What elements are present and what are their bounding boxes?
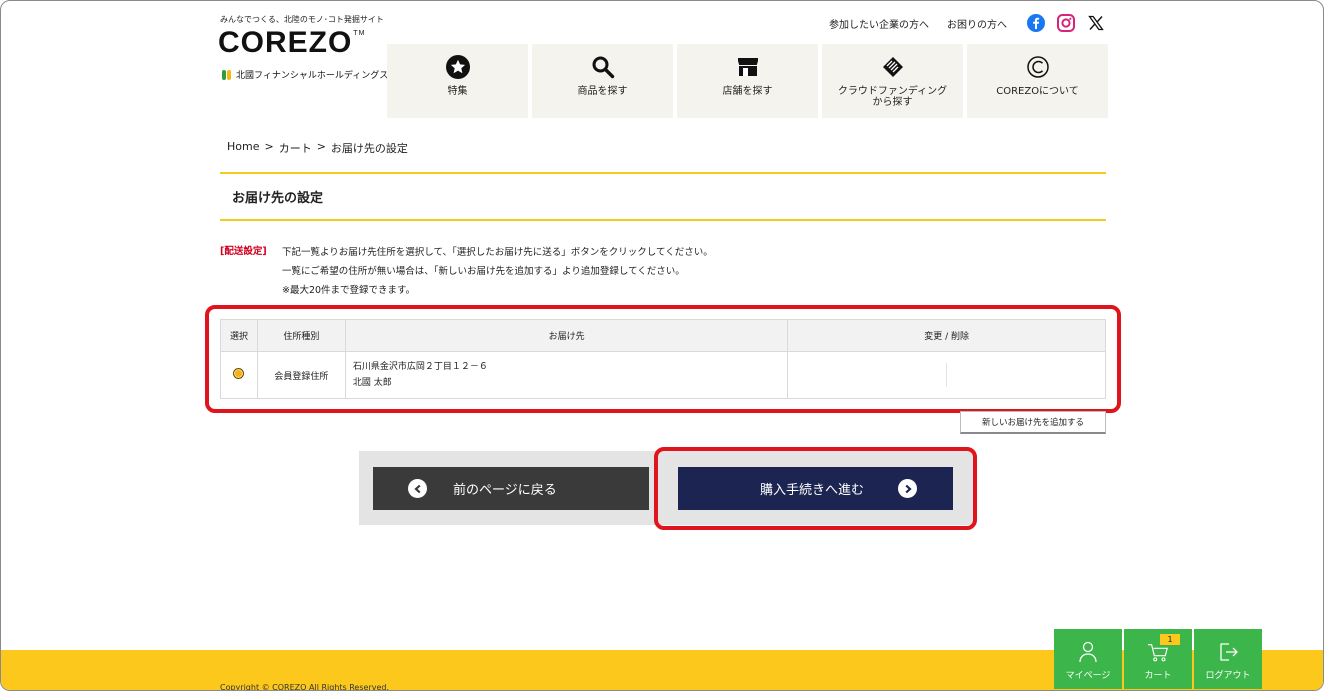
facebook-icon[interactable] [1027,14,1045,32]
top-links: 参加したい企業の方へ お困りの方へ [829,14,1105,32]
main-nav: 特集 商品を探す 店舗を探す クラウドファンディング から探す COREZOにつ… [387,44,1108,118]
header-select: 選択 [220,319,258,352]
breadcrumb-separator: > [264,140,274,153]
nav-search-stores[interactable]: 店舗を探す [677,44,818,118]
delivery-notice: [配送設定] 下記一覧よりお届け先住所を選択して、「選択したお届け先に送る」ボタ… [220,243,713,300]
nav-crowdfunding-label: クラウドファンディング から探す [837,86,948,108]
recipient-name: 北國 太郎 [352,378,392,388]
company-name: 北國フィナンシャルホールディングス [222,68,388,81]
breadcrumb-current: お届け先の設定 [330,142,408,155]
nav-about-label: COREZOについて [996,86,1079,97]
company-name-text: 北國フィナンシャルホールディングス [236,71,389,81]
user-icon [1077,641,1099,663]
browser-frame: みんなでつくる、北陸のモノ･コト発掘サイト COREZOTM 北國フィナンシャル… [0,0,1324,691]
nav-search-stores-label: 店舗を探す [722,86,773,97]
address-line: 石川県金沢市広岡２丁目１２－６ [352,362,488,372]
address-table: 選択 住所種別 お届け先 変更 / 削除 会員登録住所 石川県金沢市広岡２丁目１… [220,319,1106,399]
page-title-bar: お届け先の設定 [220,172,1106,221]
notice-line: ※最大20件まで登録できます。 [282,285,416,296]
back-button-label: 前のページに戻る [453,483,557,498]
breadcrumb-cart[interactable]: カート [279,140,312,156]
cart-count-badge: 1 [1160,634,1180,645]
notice-tag: [配送設定] [220,246,267,257]
logout-button[interactable]: ログアウト [1194,629,1262,689]
star-icon [445,54,471,80]
page-title: お届け先の設定 [232,191,324,206]
logo-text: COREZO [218,26,353,59]
cart-label: カート [1144,671,1172,681]
nav-about[interactable]: COREZOについて [967,44,1108,118]
back-button[interactable]: 前のページに戻る [373,467,649,510]
logo-tagline: みんなでつくる、北陸のモノ･コト発掘サイト [220,15,384,24]
delete-slot [947,353,1105,397]
breadcrumb-home[interactable]: Home [227,140,259,156]
edit-delete-cell [787,351,1106,399]
nav-search-products[interactable]: 商品を探す [532,44,673,118]
nav-crowdfunding[interactable]: クラウドファンディング から探す [822,44,963,118]
social-links [1027,14,1105,32]
corezo-c-icon [1025,54,1051,80]
breadcrumb: Home > カート > お届け先の設定 [227,140,408,156]
search-icon [590,54,616,80]
table-header-row: 選択 住所種別 お届け先 変更 / 削除 [220,319,1106,352]
header-destination: お届け先 [344,319,789,352]
notice-line: 一覧にご希望の住所が無い場合は、「新しいお届け先を追加する」より追加登録してくだ… [282,266,685,277]
logout-label: ログアウト [1205,671,1251,681]
company-mark-icon [222,69,232,80]
store-icon [735,54,761,80]
x-icon[interactable] [1087,14,1105,32]
logo-tm: TM [353,30,366,37]
header-edit-delete: 変更 / 削除 [787,319,1106,352]
cart-button[interactable]: 1 カート [1124,629,1192,689]
footer-copyright: Copyright © COREZO All Rights Reserved. [220,683,390,691]
mypage-button[interactable]: マイページ [1054,629,1122,689]
header-address-type: 住所種別 [256,319,346,352]
chevron-right-icon [898,479,918,498]
edit-slot [788,363,948,387]
chevron-left-icon [408,479,427,498]
link-for-companies[interactable]: 参加したい企業の方へ [829,16,929,31]
select-cell [220,351,258,399]
notice-line: 下記一覧よりお届け先住所を選択して、「選択したお届け先に送る」ボタンをクリックし… [282,247,713,258]
nav-search-products-label: 商品を探す [577,86,628,97]
nav-feature[interactable]: 特集 [387,44,528,118]
table-row: 会員登録住所 石川県金沢市広岡２丁目１２－６ 北國 太郎 [220,351,1106,399]
breadcrumb-separator: > [316,140,326,153]
logo[interactable]: COREZOTM [218,26,365,60]
nav-feature-label: 特集 [447,86,468,97]
handshake-icon [880,54,906,80]
link-help[interactable]: お困りの方へ [947,16,1007,31]
proceed-checkout-button[interactable]: 購入手続きへ進む [678,467,953,510]
address-radio[interactable] [233,368,245,379]
instagram-icon[interactable] [1057,14,1075,32]
logout-icon [1217,641,1239,663]
address-type: 会員登録住所 [256,351,346,399]
add-address-button[interactable]: 新しいお届け先を追加する [960,411,1106,434]
fixed-bottom-bar: マイページ 1 カート ログアウト [1054,629,1262,689]
address-table-wrap: 選択 住所種別 お届け先 変更 / 削除 会員登録住所 石川県金沢市広岡２丁目１… [220,319,1106,399]
mypage-label: マイページ [1065,671,1111,681]
proceed-button-label: 購入手続きへ進む [760,483,865,498]
address-cell: 石川県金沢市広岡２丁目１２－６ 北國 太郎 [344,351,789,399]
